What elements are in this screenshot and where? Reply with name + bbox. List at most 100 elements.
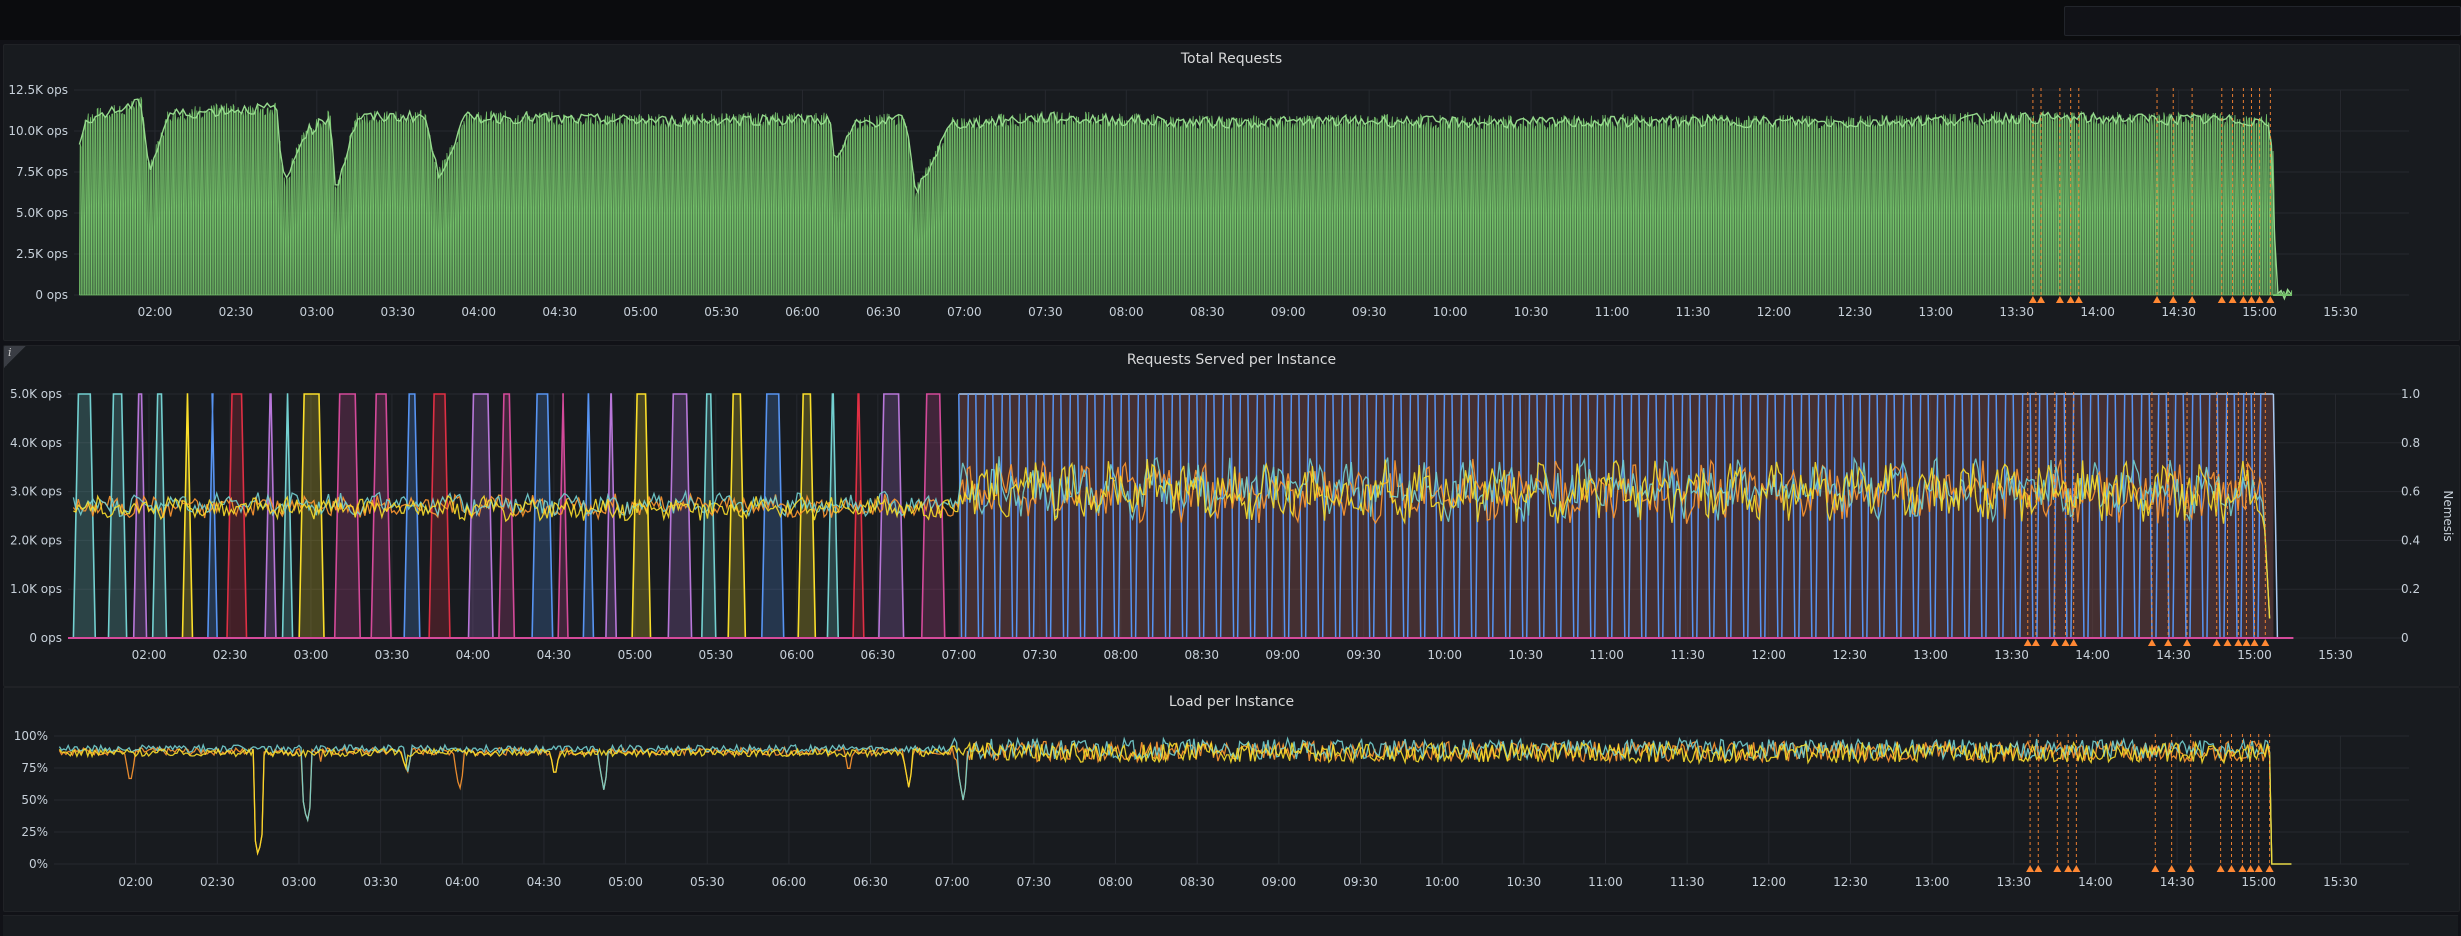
annotation-marker — [2072, 865, 2081, 872]
x-tick-label: 12:30 — [1832, 648, 1867, 662]
annotation-marker — [2238, 865, 2247, 872]
x-tick-label: 07:00 — [935, 875, 970, 889]
nemesis-pulse — [264, 393, 277, 639]
x-tick-label: 03:30 — [380, 305, 415, 319]
annotation-marker — [2061, 639, 2070, 646]
annotation-marker — [2069, 639, 2078, 646]
x-tick-label: 09:00 — [1265, 648, 1300, 662]
x-tick-label: 08:00 — [1109, 305, 1144, 319]
x-tick-label: 14:00 — [2080, 305, 2115, 319]
x-tick-label: 13:00 — [1913, 648, 1948, 662]
annotation-marker — [2074, 296, 2083, 303]
y-tick-label: 5.0K ops — [16, 206, 68, 220]
load-per-instance-chart: 0% 25% 50% 75% 100% 02:00 02:30 03:00 03:30 04:00… — [14, 729, 2409, 889]
x-tick-label: 03:00 — [300, 305, 335, 319]
annotation-marker — [2188, 296, 2197, 303]
y2-tick-label: 0.6 — [2401, 485, 2420, 499]
x-tick-label: 11:30 — [1670, 875, 1705, 889]
x-tick-label: 08:30 — [1180, 875, 1215, 889]
nemesis-pulse — [667, 393, 693, 639]
nemesis-pulse — [281, 393, 294, 639]
annotation-marker — [2239, 296, 2248, 303]
x-tick-label: 11:00 — [1589, 648, 1624, 662]
x-tick-label: 12:00 — [1751, 648, 1786, 662]
nemesis-pulse — [298, 393, 325, 639]
x-tick-label: 04:00 — [445, 875, 480, 889]
annotation-marker — [2247, 296, 2256, 303]
annotation-marker — [2167, 865, 2176, 872]
annotation-marker — [2186, 865, 2195, 872]
nemesis-pulse — [333, 393, 362, 639]
x-tick-label: 04:30 — [542, 305, 577, 319]
annotation-marker — [2037, 296, 2046, 303]
nemesis-pulse — [826, 393, 840, 639]
x-tick-label: 02:30 — [219, 305, 254, 319]
y2-tick-label: 1.0 — [2401, 387, 2420, 401]
annotation-marker — [2254, 865, 2263, 872]
x-tick-label: 14:00 — [2075, 648, 2110, 662]
nemesis-pulse — [878, 393, 905, 639]
y-tick-label: 75% — [21, 761, 48, 775]
y-tick-label: 3.0K ops — [10, 485, 62, 499]
series-line — [58, 739, 2292, 865]
x-tick-label: 15:00 — [2242, 305, 2277, 319]
y-tick-label: 1.0K ops — [10, 582, 62, 596]
panel-load-per-instance: Load per Instance 0% 25% 50% 75% 100% 02:00 02… — [3, 687, 2460, 912]
x-tick-label: 03:30 — [363, 875, 398, 889]
x-tick-label: 15:00 — [2237, 648, 2272, 662]
x-tick-label: 09:30 — [1346, 648, 1381, 662]
y-tick-label: 0 ops — [35, 288, 68, 302]
right-axis-label: Nemesis — [2441, 490, 2455, 541]
annotation-marker — [2023, 639, 2032, 646]
annotation-marker — [2053, 865, 2062, 872]
x-tick-label: 05:30 — [704, 305, 739, 319]
top-bar — [0, 0, 2461, 40]
x-tick-label: 06:00 — [785, 305, 820, 319]
y2-tick-label: 0.4 — [2401, 533, 2420, 547]
x-tick-label: 05:30 — [690, 875, 725, 889]
x-tick-label: 10:30 — [1508, 648, 1543, 662]
y-tick-label: 10.0K ops — [8, 124, 68, 138]
y-tick-label: 2.0K ops — [10, 533, 62, 547]
x-tick-label: 10:00 — [1427, 648, 1462, 662]
annotation-marker — [2212, 639, 2221, 646]
x-tick-label: 13:30 — [1994, 648, 2029, 662]
panel-total-requests: Total Requests 0 ops 2.5K ops 5.0K ops 7.5K… — [3, 44, 2460, 341]
y2-tick-label: 0.8 — [2401, 436, 2420, 450]
x-tick-label: 05:30 — [699, 648, 734, 662]
x-tick-label: 15:00 — [2241, 875, 2276, 889]
x-tick-label: 07:30 — [1028, 305, 1063, 319]
y-tick-label: 100% — [14, 729, 48, 743]
x-tick-label: 02:30 — [200, 875, 235, 889]
nemesis-end-line — [2272, 393, 2279, 639]
x-tick-label: 02:30 — [213, 648, 248, 662]
x-tick-label: 11:30 — [1676, 305, 1711, 319]
y-tick-label: 0% — [29, 857, 48, 871]
x-tick-label: 08:30 — [1184, 648, 1219, 662]
total-requests-chart: 0 ops 2.5K ops 5.0K ops 7.5K ops 10.0K ops 12… — [8, 83, 2409, 319]
x-tick-label: 07:30 — [1017, 875, 1052, 889]
x-tick-label: 04:00 — [461, 305, 496, 319]
nemesis-pulse — [700, 393, 717, 639]
series-line — [58, 740, 2292, 865]
x-tick-label: 06:30 — [861, 648, 896, 662]
x-tick-label: 05:00 — [618, 648, 653, 662]
x-tick-label: 02:00 — [132, 648, 167, 662]
annotation-marker — [2064, 865, 2073, 872]
annotation-marker — [2034, 865, 2043, 872]
annotation-marker — [2216, 865, 2225, 872]
x-tick-label: 11:00 — [1588, 875, 1623, 889]
x-tick-label: 12:00 — [1757, 305, 1792, 319]
annotation-marker — [2050, 639, 2059, 646]
nemesis-pulse — [605, 393, 618, 639]
x-tick-label: 06:00 — [780, 648, 815, 662]
x-tick-label: 06:30 — [866, 305, 901, 319]
annotation-marker — [2147, 639, 2156, 646]
annotation-marker — [2228, 296, 2237, 303]
time-picker-box[interactable] — [2064, 6, 2461, 36]
annotation-marker — [2026, 865, 2035, 872]
next-panel-edge — [3, 915, 2458, 936]
panel-requests-per-instance: i Requests Served per Instance 0 ops 1.0K… — [3, 345, 2460, 687]
nemesis-pulse — [797, 393, 817, 639]
y-tick-label: 12.5K ops — [8, 83, 68, 97]
